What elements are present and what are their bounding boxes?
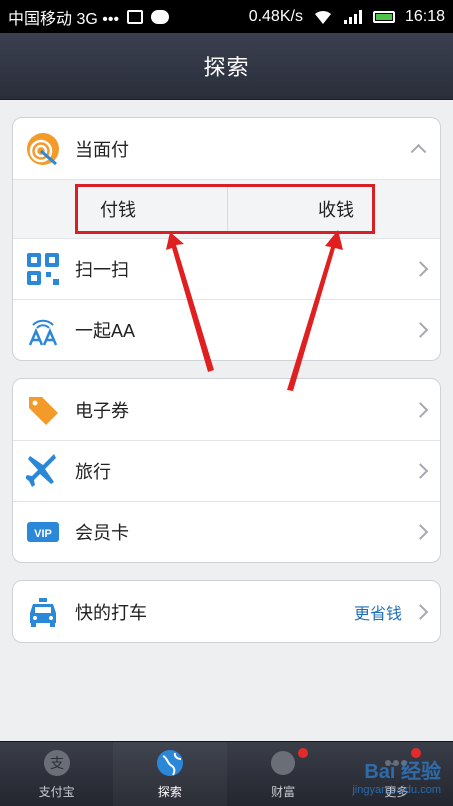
chevron-right-icon: [412, 603, 429, 620]
notification-dot: [297, 748, 308, 758]
taxi-icon: [25, 594, 61, 630]
pay-label: 付钱: [100, 200, 136, 220]
chevron-right-icon: [412, 322, 429, 338]
svg-text:VIP: VIP: [34, 528, 52, 540]
scan-label: 扫一扫: [75, 260, 129, 280]
vip-card-label: 会员卡: [75, 523, 129, 543]
aa-icon: [25, 312, 61, 348]
battery-icon: [372, 10, 395, 23]
chevron-right-icon: [412, 261, 429, 277]
coupon-row[interactable]: 电子券: [13, 379, 440, 440]
chevron-right-icon: [412, 463, 429, 479]
svg-text:支: 支: [50, 756, 64, 772]
face-pay-row[interactable]: 当面付: [13, 118, 440, 179]
watermark: Bai 经验 jingyan.baidu.com: [352, 755, 441, 796]
section-payment: 当面付 付钱 收钱 扫一扫 一起AA: [12, 117, 441, 361]
travel-label: 旅行: [75, 462, 111, 482]
face-pay-label: 当面付: [75, 139, 129, 160]
tab-alipay-label: 支付宝: [38, 785, 75, 799]
chevron-right-icon: [412, 401, 429, 418]
tab-explore-label: 探索: [157, 785, 182, 799]
watermark-url: jingyan.baidu.com: [352, 784, 441, 796]
watermark-text: Bai 经验: [364, 761, 441, 783]
alipay-icon: 支: [41, 747, 73, 779]
face-pay-icon: [25, 131, 61, 167]
clock: 16:18: [404, 7, 445, 25]
signal-icon: [343, 9, 362, 24]
section-taxi: 快的打车 更省钱: [12, 580, 441, 643]
section-services: 电子券 旅行 VIP 会员卡: [12, 378, 441, 563]
aa-label: 一起AA: [75, 321, 136, 341]
coupon-label: 电子券: [75, 400, 129, 421]
qr-scan-icon: [25, 251, 61, 287]
taxi-row[interactable]: 快的打车 更省钱: [13, 581, 440, 642]
pay-button[interactable]: 付钱: [78, 187, 228, 231]
tab-wealth[interactable]: 财富: [227, 742, 340, 806]
receive-button[interactable]: 收钱: [228, 187, 373, 231]
wealth-icon: [267, 747, 299, 779]
highlight-box: 付钱 收钱: [75, 184, 375, 234]
travel-row[interactable]: 旅行: [13, 440, 440, 501]
image-icon: [127, 9, 144, 24]
header-bar: 探索: [0, 33, 453, 100]
taxi-label: 快的打车: [75, 602, 147, 623]
receive-label: 收钱: [318, 200, 354, 220]
bottom-tab-bar: 支 支付宝 探索 财富 更多 Bai 经验 jingyan.baidu.com: [0, 741, 453, 806]
carrier-text: 中国移动 3G •••: [8, 10, 120, 28]
aa-row[interactable]: 一起AA: [13, 299, 440, 360]
wifi-icon: [314, 10, 331, 24]
taxi-value: 更省钱: [353, 605, 402, 623]
chevron-up-icon: [410, 143, 427, 160]
wechat-icon: [151, 9, 170, 24]
airplane-icon: [25, 453, 61, 489]
tab-explore[interactable]: 探索: [113, 742, 227, 806]
face-pay-options: 付钱 收钱: [13, 179, 440, 238]
vip-card-row[interactable]: VIP 会员卡: [13, 501, 440, 562]
page-title: 探索: [203, 55, 250, 80]
status-bar: 中国移动 3G ••• 0.48K/s 16:18: [0, 0, 453, 33]
tab-alipay[interactable]: 支 支付宝: [0, 742, 113, 806]
chevron-right-icon: [412, 524, 429, 540]
globe-icon: [154, 747, 186, 779]
network-speed: 0.48K/s: [248, 7, 303, 25]
vip-card-icon: VIP: [25, 514, 61, 550]
tab-wealth-label: 财富: [271, 785, 296, 799]
scan-row[interactable]: 扫一扫: [13, 238, 440, 299]
coupon-tag-icon: [25, 392, 61, 428]
